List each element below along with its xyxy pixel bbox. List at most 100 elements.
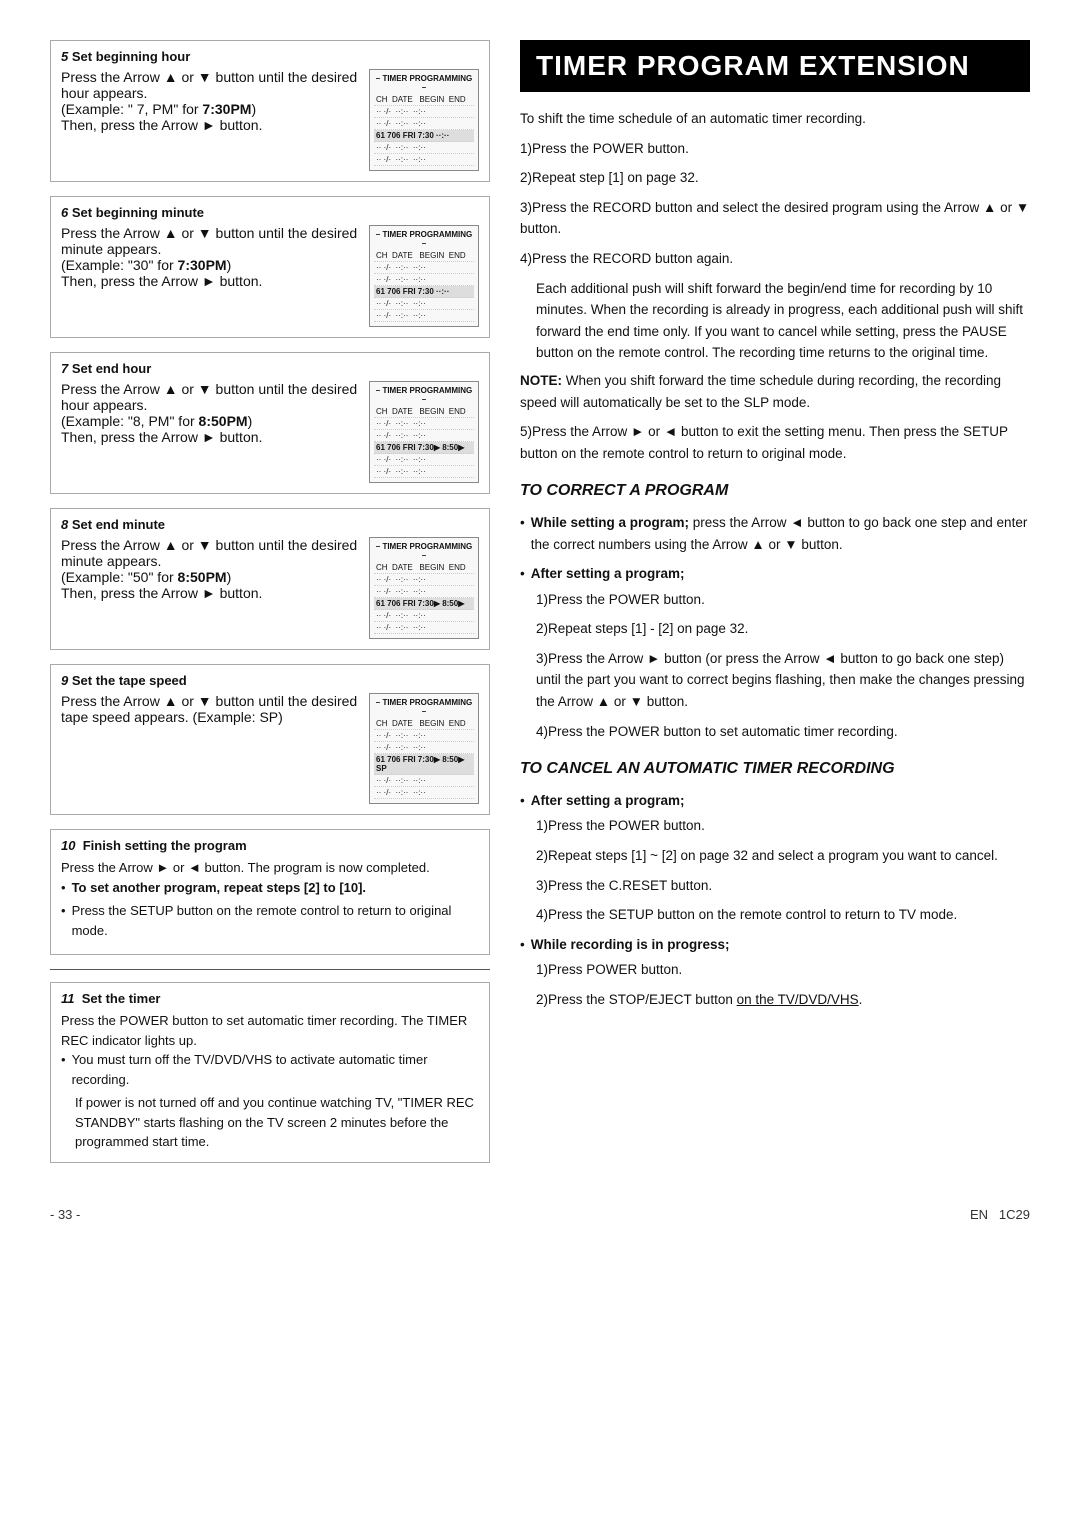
step9-display-title: – TIMER PROGRAMMING – [374, 698, 474, 716]
step5-display: – TIMER PROGRAMMING – CH DATE BEGIN END … [369, 69, 479, 171]
step9-num: 9 [61, 673, 68, 688]
step9-display: – TIMER PROGRAMMING – CH DATE BEGIN END … [369, 693, 479, 804]
step6-text: Press the Arrow ▲ or ▼ button until the … [61, 225, 361, 289]
step7-num: 7 [61, 361, 68, 376]
cancel-title-text: TO CANCEL AN AUTOMATIC TIMER RECORDING [520, 760, 895, 777]
td6-row-3: 61 706 FRI 7:30 ··:·· [374, 286, 474, 298]
correct-after-step4: 4)Press the POWER button to set automati… [536, 721, 1030, 743]
bullet-dot-1: • [61, 878, 66, 898]
cancel-while-steps: 1)Press POWER button. 2)Press the STOP/E… [536, 959, 1030, 1010]
td6-row-2: ·· ·/· ··:·· ··:·· [374, 274, 474, 286]
step6-display-title: – TIMER PROGRAMMING – [374, 230, 474, 248]
td8-row-4: ·· ·/· ··:·· ··:·· [374, 610, 474, 622]
td9-col-header: CH DATE BEGIN END [374, 718, 474, 730]
step10-bullet2: • Press the SETUP button on the remote c… [61, 901, 479, 940]
step8-display: – TIMER PROGRAMMING – CH DATE BEGIN END … [369, 537, 479, 639]
right-step4: 4)Press the RECORD button again. [520, 248, 1030, 270]
td8-row-3: 61 706 FRI 7:30▶ 8:50▶ [374, 598, 474, 610]
step7-display-title: – TIMER PROGRAMMING – [374, 386, 474, 404]
step5-content: Press the Arrow ▲ or ▼ button until the … [61, 69, 479, 171]
bullet-dot-correct1: • [520, 512, 525, 555]
td7-col-header: CH DATE BEGIN END [374, 406, 474, 418]
td6-row-5: ·· ·/· ··:·· ··:·· [374, 310, 474, 322]
cancel-after-step1: 1)Press the POWER button. [536, 815, 1030, 837]
step10-body: Press the Arrow ► or ◄ button. The progr… [61, 858, 479, 940]
bullet-dot-3: • [61, 1050, 66, 1089]
step7-text: Press the Arrow ▲ or ▼ button until the … [61, 381, 361, 445]
td-row-3: 61 706 FRI 7:30 ··:·· [374, 130, 474, 142]
correct-after-steps: 1)Press the POWER button. 2)Repeat steps… [536, 589, 1030, 743]
cancel-while-step2: 2)Press the STOP/EJECT button on the TV/… [536, 989, 1030, 1011]
td9-row-4: ·· ·/· ··:·· ··:·· [374, 775, 474, 787]
left-divider [50, 969, 490, 970]
step11-bullet1-text: You must turn off the TV/DVD/VHS to acti… [72, 1050, 479, 1089]
page-title: TIMER PROGRAM EXTENSION [520, 40, 1030, 92]
td7-row-4: ·· ·/· ··:·· ··:·· [374, 454, 474, 466]
correct-after-label: After setting a program; [531, 563, 685, 585]
step6-content: Press the Arrow ▲ or ▼ button until the … [61, 225, 479, 327]
underline-text: on the TV/DVD/VHS [737, 992, 859, 1007]
step10-title: Finish setting the program [83, 838, 247, 853]
step5-display-title: – TIMER PROGRAMMING – [374, 74, 474, 92]
bullet-dot-cancel2: • [520, 934, 525, 956]
right-note: NOTE: When you shift forward the time sc… [520, 370, 1030, 413]
td6-row-1: ·· ·/· ··:·· ··:·· [374, 262, 474, 274]
correct-title: TO CORRECT A PROGRAM [520, 478, 1030, 504]
td-row-1: ·· ·/· ··:·· ··:·· [374, 106, 474, 118]
step5-header: 5 Set beginning hour [61, 49, 479, 64]
td-col-header: CH DATE BEGIN END [374, 94, 474, 106]
td9-row-1: ·· ·/· ··:·· ··:·· [374, 730, 474, 742]
step11-body: Press the POWER button to set automatic … [61, 1011, 479, 1152]
step10-bullet2-text: Press the SETUP button on the remote con… [72, 901, 479, 940]
right-column: TIMER PROGRAM EXTENSION To shift the tim… [520, 40, 1030, 1177]
bullet-dot-correct2: • [520, 563, 525, 585]
step10-bullet1-text: To set another program, repeat steps [2]… [72, 878, 366, 898]
correct-while-item: • While setting a program; press the Arr… [520, 512, 1030, 555]
td7-row-1: ·· ·/· ··:·· ··:·· [374, 418, 474, 430]
right-intro: To shift the time schedule of an automat… [520, 108, 1030, 130]
step8-content: Press the Arrow ▲ or ▼ button until the … [61, 537, 479, 639]
correct-after-step1: 1)Press the POWER button. [536, 589, 1030, 611]
step9-text: Press the Arrow ▲ or ▼ button until the … [61, 693, 361, 725]
td9-row-2: ·· ·/· ··:·· ··:·· [374, 742, 474, 754]
td-row-4: ·· ·/· ··:·· ··:·· [374, 142, 474, 154]
step5-body: Press the Arrow ▲ or ▼ button until the … [61, 69, 361, 133]
step11-text: Press the POWER button to set automatic … [61, 1011, 479, 1050]
page-footer: - 33 - EN 1C29 [50, 1207, 1030, 1222]
td7-row-5: ·· ·/· ··:·· ··:·· [374, 466, 474, 478]
step6-num: 6 [61, 205, 68, 220]
step7-title: Set end hour [72, 361, 151, 376]
td9-row-3: 61 706 FRI 7:30▶ 8:50▶ SP [374, 754, 474, 775]
td-row-5: ·· ·/· ··:·· ··:·· [374, 154, 474, 166]
td8-row-2: ·· ·/· ··:·· ··:·· [374, 586, 474, 598]
right-step4-detail: Each additional push will shift forward … [536, 278, 1030, 364]
footer-lang-code: EN 1C29 [970, 1207, 1030, 1222]
cancel-while-step1: 1)Press POWER button. [536, 959, 1030, 981]
step7-block: 7 Set end hour Press the Arrow ▲ or ▼ bu… [50, 352, 490, 494]
footer-page-number: - 33 - [50, 1207, 80, 1222]
step5-title: Set beginning hour [72, 49, 190, 64]
step10-bullet1: • To set another program, repeat steps [… [61, 878, 479, 898]
right-step1: 1)Press the POWER button. [520, 138, 1030, 160]
step7-bold: 8:50PM [199, 413, 248, 429]
right-step3: 3)Press the RECORD button and select the… [520, 197, 1030, 240]
td7-row-2: ·· ·/· ··:·· ··:·· [374, 430, 474, 442]
step5-block: 5 Set beginning hour Press the Arrow ▲ o… [50, 40, 490, 182]
step5-bold: 7:30PM [202, 101, 251, 117]
footer-code: 1C29 [999, 1207, 1030, 1222]
step11-num: 11 [61, 991, 75, 1006]
step10-header: 10 Finish setting the program [61, 838, 479, 853]
step5-num: 5 [61, 49, 68, 64]
step10-text: Press the Arrow ► or ◄ button. The progr… [61, 858, 479, 878]
left-column: 5 Set beginning hour Press the Arrow ▲ o… [50, 40, 490, 1177]
step7-display: – TIMER PROGRAMMING – CH DATE BEGIN END … [369, 381, 479, 483]
step9-header: 9 Set the tape speed [61, 673, 479, 688]
step8-title: Set end minute [72, 517, 165, 532]
step7-content: Press the Arrow ▲ or ▼ button until the … [61, 381, 479, 483]
step10-num: 10 [61, 838, 75, 853]
step11-header: 11 Set the timer [61, 991, 479, 1006]
step11-note: If power is not turned off and you conti… [75, 1093, 479, 1152]
step8-block: 8 Set end minute Press the Arrow ▲ or ▼ … [50, 508, 490, 650]
step8-num: 8 [61, 517, 68, 532]
footer-lang: EN [970, 1207, 988, 1222]
